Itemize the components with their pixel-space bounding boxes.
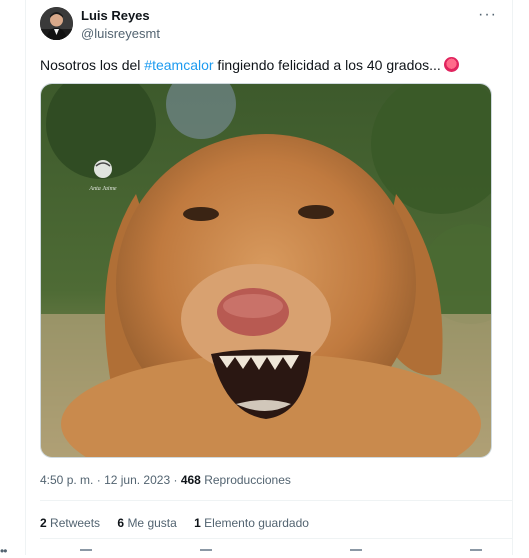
likes-stat[interactable]: 6 Me gusta [117, 516, 176, 530]
more-dots-icon[interactable]: ··· [478, 6, 497, 24]
bookmarks-label: Elemento guardado [204, 516, 309, 530]
likes-label: Me gusta [127, 516, 177, 530]
tweet-text-before: Nosotros los del [40, 57, 145, 73]
divider [40, 500, 512, 501]
timeline-right-border [512, 0, 513, 555]
tweet-meta: 4:50 p. m. · 12 jun. 2023 · 468 Reproduc… [40, 473, 291, 487]
retweets-count: 2 [40, 516, 47, 530]
timeline-left-border [25, 0, 26, 555]
meta-separator: · [96, 473, 101, 487]
views-count: 468 [180, 473, 201, 487]
bookmarks-stat[interactable]: 1 Elemento guardado [194, 516, 309, 530]
retweets-stat[interactable]: 2 Retweets [40, 516, 100, 530]
avatar-image [40, 7, 73, 40]
author-handle[interactable]: @luisreyesmt [81, 26, 160, 41]
avatar[interactable] [40, 7, 73, 40]
meta-separator: · [173, 473, 178, 487]
author-name[interactable]: Luis Reyes [81, 8, 150, 23]
tweet-text: Nosotros los del #teamcalor fingiendo fe… [40, 56, 459, 74]
likes-count: 6 [117, 516, 125, 530]
sidebar-more-dots[interactable]: •• [0, 544, 7, 558]
hashtag-link[interactable]: #teamcalor [144, 57, 213, 73]
tweet-date[interactable]: 12 jun. 2023 [104, 473, 170, 487]
image-watermark: Anta Jaime [88, 186, 116, 192]
tweet-text-after: fingiendo felicidad a los 40 grados... [213, 57, 441, 73]
tweet-image[interactable]: Anta Jaime [40, 83, 492, 458]
tweet-stats: 2 Retweets 6 Me gusta 1 Elemento guardad… [40, 516, 323, 530]
views-label: Reproducciones [204, 473, 291, 487]
share-icon[interactable] [470, 549, 482, 557]
like-icon[interactable] [350, 549, 362, 557]
bookmarks-count: 1 [194, 516, 201, 530]
tweet-time[interactable]: 4:50 p. m. [40, 473, 93, 487]
hot-face-emoji-icon [443, 57, 459, 72]
retweets-label: Retweets [50, 516, 101, 530]
divider [40, 538, 512, 539]
reply-icon[interactable] [80, 549, 92, 557]
dog-photo: Anta Jaime [41, 84, 491, 457]
retweet-icon[interactable] [200, 549, 212, 557]
